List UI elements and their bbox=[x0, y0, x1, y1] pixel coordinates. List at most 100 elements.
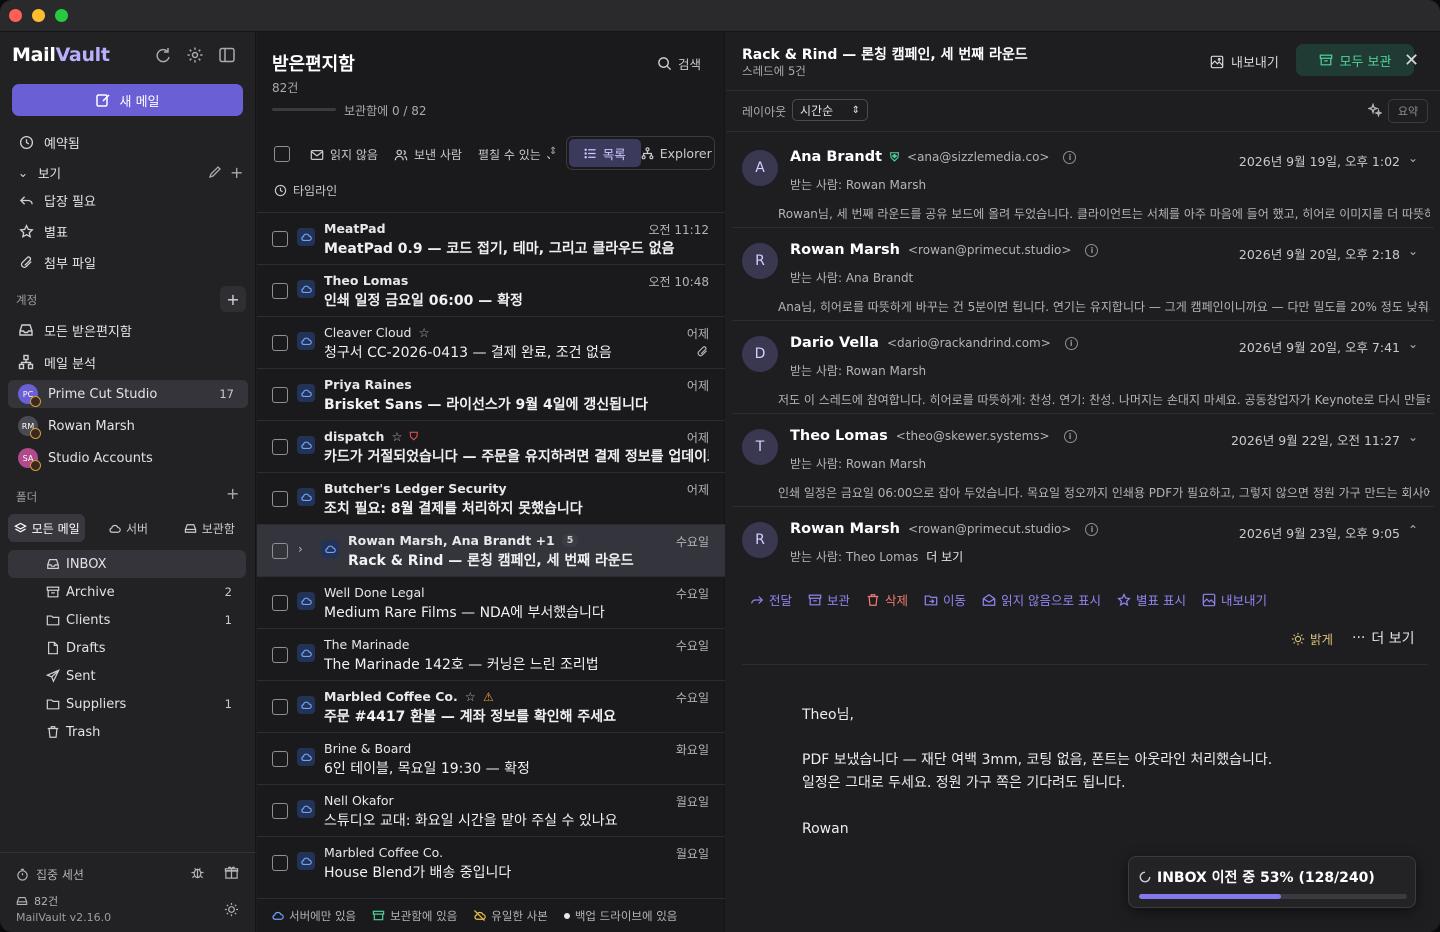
sidebar-item-rowan-marsh[interactable]: RM Rowan Marsh bbox=[8, 412, 248, 440]
chevron-down-icon[interactable]: ⌄ bbox=[1408, 151, 1418, 165]
minimize-window-button[interactable] bbox=[32, 9, 45, 22]
view-explorer-button[interactable]: Explorer bbox=[641, 139, 713, 167]
sidebar-item-studio-accounts[interactable]: SA Studio Accounts bbox=[8, 444, 248, 472]
timeline-toggle[interactable]: 타임라인 bbox=[274, 182, 337, 199]
message-row[interactable]: Marbled Coffee Co. ☆ ⚠ 주문 #4417 환불 — 계좌 정보를… bbox=[257, 680, 725, 732]
view-section-header[interactable]: ⌄ 보기 + bbox=[8, 158, 248, 186]
row-checkbox[interactable] bbox=[272, 803, 288, 819]
archive-button[interactable]: 보관 bbox=[808, 590, 850, 609]
gear-icon[interactable] bbox=[186, 46, 204, 64]
info-icon[interactable]: i bbox=[1085, 243, 1099, 257]
row-checkbox[interactable] bbox=[272, 439, 288, 455]
row-checkbox[interactable] bbox=[272, 283, 288, 299]
message-row[interactable]: › Rowan Marsh, Ana Brandt +1 5 Rack & Rind … bbox=[257, 524, 725, 576]
thread-message[interactable]: D Dario Vella <dario@rackandrind.com> i 받는 사… bbox=[732, 322, 1434, 414]
segment-all-mail[interactable]: 모든 메일 bbox=[8, 514, 86, 542]
folder-clients[interactable]: Clients 1 bbox=[8, 606, 246, 634]
sidebar-item-attachments[interactable]: 첨부 파일 bbox=[8, 248, 248, 276]
row-checkbox[interactable] bbox=[272, 647, 288, 663]
zoom-window-button[interactable] bbox=[55, 9, 68, 22]
close-icon[interactable]: ✕ bbox=[1404, 50, 1419, 71]
message-row[interactable]: Cleaver Cloud ☆ 청구서 CC-2026-0413 — 결제 완료, … bbox=[257, 316, 725, 368]
chevron-up-icon[interactable]: ⌃ bbox=[1408, 523, 1418, 537]
folder-drafts[interactable]: Drafts bbox=[8, 634, 246, 662]
row-checkbox[interactable] bbox=[272, 595, 288, 611]
sidebar-toggle-icon[interactable] bbox=[218, 46, 236, 64]
sidebar-item-mail-analytics[interactable]: 메일 분석 bbox=[8, 348, 248, 376]
thread-message[interactable]: A Ana Brandt ⛨ <ana@sizzlemedia.co> i 받는 사람: … bbox=[732, 136, 1434, 228]
sidebar-item-prime-cut-studio[interactable]: PC Prime Cut Studio 17 bbox=[8, 380, 248, 408]
bug-icon[interactable] bbox=[190, 865, 205, 880]
view-list-button[interactable]: 목록 bbox=[569, 139, 641, 167]
message-row[interactable]: Butcher's Ledger Security 조치 필요: 8월 결제를 처… bbox=[257, 472, 725, 524]
focus-session-button[interactable]: 집중 세션 bbox=[16, 866, 84, 883]
more-button[interactable]: ··· 더 보기 bbox=[1352, 628, 1414, 648]
sidebar-item-all-inboxes[interactable]: 모든 받은편지함 bbox=[8, 316, 248, 344]
message-row[interactable]: Brine & Board 6인 테이블, 목요일 19:30 — 확정 화요일 bbox=[257, 732, 725, 784]
refresh-icon[interactable] bbox=[154, 46, 172, 64]
row-checkbox[interactable] bbox=[272, 699, 288, 715]
sidebar-item-scheduled[interactable]: 예약됨 bbox=[8, 128, 248, 156]
info-icon[interactable]: i bbox=[1063, 429, 1077, 443]
folder-sent[interactable]: Sent bbox=[8, 662, 246, 690]
export-message-button[interactable]: 내보내기 bbox=[1202, 590, 1267, 609]
star-icon[interactable]: ☆ bbox=[465, 689, 476, 704]
chevron-right-icon[interactable]: › bbox=[298, 542, 303, 556]
row-checkbox[interactable] bbox=[272, 387, 288, 403]
search-button[interactable]: 검색 bbox=[657, 54, 701, 73]
star-icon[interactable]: ☆ bbox=[391, 429, 402, 444]
close-window-button[interactable] bbox=[9, 9, 22, 22]
thread-message[interactable]: T Theo Lomas <theo@skewer.systems> i 받는 사람: … bbox=[732, 415, 1434, 507]
chevron-down-icon[interactable]: ⌄ bbox=[1408, 430, 1418, 444]
folder-archive[interactable]: Archive 2 bbox=[8, 578, 246, 606]
sidebar-item-starred[interactable]: 별표 bbox=[8, 217, 248, 245]
segment-archive[interactable]: 보관함 bbox=[171, 514, 248, 542]
add-account-button[interactable]: + bbox=[220, 286, 246, 312]
filter-sender-button[interactable]: 보낸 사람 bbox=[394, 146, 462, 163]
thread-message[interactable]: R Rowan Marsh <rowan@primecut.studio> i 받는 사… bbox=[732, 229, 1434, 321]
message-row[interactable]: dispatch ☆ ⛉ 카드가 거절되었습니다 — 주문을 유지하려면 결제 정보를… bbox=[257, 420, 725, 472]
chevron-down-icon[interactable]: ⌄ bbox=[1408, 337, 1418, 351]
message-row[interactable]: Nell Okafor 스튜디오 교대: 화요일 시간을 맡아 주실 수 있나요 월… bbox=[257, 784, 725, 836]
info-icon[interactable]: i bbox=[1064, 336, 1078, 350]
folder-trash[interactable]: Trash bbox=[8, 718, 246, 746]
delete-button[interactable]: 삭제 bbox=[866, 590, 908, 609]
folder-suppliers[interactable]: Suppliers 1 bbox=[8, 690, 246, 718]
row-checkbox[interactable] bbox=[272, 855, 288, 871]
archive-all-button[interactable]: 모두 보관 bbox=[1296, 44, 1414, 76]
folder-inbox[interactable]: INBOX bbox=[8, 550, 246, 578]
chevron-down-icon[interactable]: ⌄ bbox=[1408, 244, 1418, 258]
star-icon[interactable]: ☆ bbox=[418, 325, 429, 340]
sidebar-item-needs-reply[interactable]: 답장 필요 bbox=[8, 186, 248, 214]
message-row[interactable]: The Marinade The Marinade 142호 — 커닝은 느린 조… bbox=[257, 628, 725, 680]
gift-icon[interactable] bbox=[224, 865, 239, 880]
thread-message[interactable]: R Rowan Marsh <rowan@primecut.studio> i 받는 사… bbox=[732, 508, 1434, 600]
move-button[interactable]: 이동 bbox=[924, 590, 966, 609]
plus-icon[interactable]: + bbox=[230, 163, 243, 182]
export-button[interactable]: 내보내기 bbox=[1210, 52, 1279, 71]
select-all-checkbox[interactable] bbox=[274, 146, 290, 162]
summary-button[interactable]: 요약 bbox=[1388, 99, 1428, 123]
new-mail-button[interactable]: 새 메일 bbox=[12, 84, 243, 116]
forward-button[interactable]: 전달 bbox=[750, 590, 792, 609]
sun-icon[interactable] bbox=[224, 902, 239, 917]
info-icon[interactable]: i bbox=[1063, 150, 1077, 164]
sparkle-icon[interactable] bbox=[1368, 103, 1382, 117]
row-checkbox[interactable] bbox=[272, 335, 288, 351]
segment-server[interactable]: 서버 bbox=[89, 514, 166, 542]
show-more-link[interactable]: 더 보기 bbox=[926, 550, 963, 564]
mark-unread-button[interactable]: 읽지 않음으로 표시 bbox=[982, 590, 1101, 609]
message-row[interactable]: Marbled Coffee Co. House Blend가 배송 중입니다 월요… bbox=[257, 836, 725, 888]
brightness-button[interactable]: 밝게 bbox=[1291, 629, 1333, 648]
filter-unread-button[interactable]: 읽지 않음 bbox=[310, 146, 378, 163]
pencil-icon[interactable] bbox=[208, 165, 222, 179]
row-checkbox[interactable] bbox=[272, 491, 288, 507]
message-row[interactable]: Priya Raines Brisket Sans — 라이선스가 9월 4일에 … bbox=[257, 368, 725, 420]
expandable-dropdown[interactable]: 펼칠 수 있는 ⌄ bbox=[478, 146, 550, 163]
message-row[interactable]: Theo Lomas 인쇄 일정 금요일 06:00 — 확정 오전 10:48 bbox=[257, 264, 725, 316]
info-icon[interactable]: i bbox=[1085, 522, 1099, 536]
add-folder-button[interactable]: + bbox=[226, 484, 239, 503]
layout-select[interactable]: 시간순 ⇕ bbox=[792, 99, 868, 121]
row-checkbox[interactable] bbox=[272, 543, 288, 559]
message-row[interactable]: Well Done Legal Medium Rare Films — NDA에 … bbox=[257, 576, 725, 628]
